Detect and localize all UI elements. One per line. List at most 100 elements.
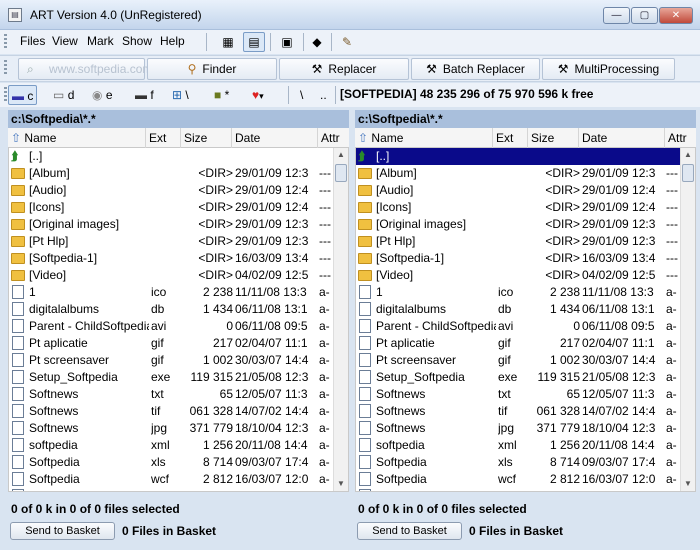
column-size[interactable]: Size <box>528 128 579 148</box>
column-date[interactable]: Date <box>579 128 665 148</box>
table-row[interactable]: Parent - ChildSoftpedia avi 0 06/11/08 09:5… <box>9 318 348 335</box>
favorites-dropdown[interactable]: ♥▾ <box>252 85 264 105</box>
file-list[interactable]: Softpedia10 83604/09/04 14:1a-Softpediaw… <box>8 148 349 492</box>
menu-help[interactable]: Help <box>160 34 185 48</box>
table-row[interactable]: Setup_Softpedia exe 119 315 21/05/08 12:3 a- <box>356 369 695 386</box>
drive-d[interactable]: ▭ d <box>53 85 74 105</box>
menu-view[interactable]: View <box>52 34 78 48</box>
file-size: <DIR> <box>198 166 233 180</box>
table-row[interactable]: Softnews txt 65 12/05/07 11:3 a- <box>356 386 695 403</box>
table-row[interactable]: Softnews tif 061 328 14/07/02 14:4 a- <box>9 403 348 420</box>
table-row[interactable]: Pt aplicatie gif 217 02/04/07 11:1 a- <box>9 335 348 352</box>
minimize-button[interactable]: — <box>603 7 630 24</box>
table-row[interactable]: [Icons] <DIR> 29/01/09 12:4 --- <box>356 199 695 216</box>
table-row[interactable]: Pt screensaver gif 1 002 30/03/07 14:4 a- <box>9 352 348 369</box>
window-icon[interactable]: ▣ <box>276 32 298 52</box>
table-row[interactable]: digitalalbums db 1 434 06/11/08 13:1 a- <box>9 301 348 318</box>
table-row[interactable]: Pt aplicatie gif 217 02/04/07 11:1 a- <box>356 335 695 352</box>
batch-replacer-button[interactable]: ⚒ Batch Replacer <box>411 58 540 80</box>
scroll-down-icon[interactable]: ▼ <box>681 477 695 491</box>
root-dir-button[interactable]: \ <box>300 85 303 105</box>
toolbar-grip[interactable] <box>4 60 7 76</box>
table-row[interactable]: [Audio] <DIR> 29/01/09 12:4 --- <box>9 182 348 199</box>
toolbar-grip[interactable] <box>4 34 7 50</box>
table-row[interactable]: Softpedia xls 8 714 09/03/07 17:4 a- <box>356 454 695 471</box>
menu-files[interactable]: Files <box>20 34 45 48</box>
drive-c[interactable]: ▬ c <box>8 85 38 105</box>
multiprocessing-button[interactable]: ⚒ MultiProcessing <box>542 58 675 80</box>
table-row[interactable]: [Original images] <DIR> 29/01/09 12:3 --- <box>356 216 695 233</box>
table-row[interactable]: [Pt Hlp] <DIR> 29/01/09 12:3 --- <box>356 233 695 250</box>
table-row[interactable]: [Album] <DIR> 29/01/09 12:3 --- <box>356 165 695 182</box>
vertical-scrollbar[interactable]: ▲ ▼ <box>680 148 695 491</box>
column-ext[interactable]: Ext <box>493 128 528 148</box>
search-input[interactable]: ⌕ www.softpedia.com <box>18 58 152 80</box>
table-row[interactable]: Pt screensaver gif 1 002 30/03/07 14:4 a- <box>356 352 695 369</box>
table-row[interactable]: Softpedia wcf 2 812 16/03/07 12:0 a- <box>9 471 348 488</box>
table-row[interactable]: digitalalbums db 1 434 06/11/08 13:1 a- <box>356 301 695 318</box>
table-row[interactable]: Softpedia 10 83604/09/04 14:1a- <box>356 488 695 491</box>
table-row[interactable]: [Softpedia-1] <DIR> 16/03/09 13:4 --- <box>356 250 695 267</box>
maximize-button[interactable]: ▢ <box>631 7 658 24</box>
toolbar-grip[interactable] <box>4 87 7 103</box>
brush-icon[interactable]: ✎ <box>336 32 358 52</box>
column-attr[interactable]: Attr <box>318 128 349 148</box>
table-row[interactable]: [Pt Hlp] <DIR> 29/01/09 12:3 --- <box>9 233 348 250</box>
parent-dir-button[interactable]: .. <box>320 85 327 105</box>
table-row[interactable]: Softnews tif 061 328 14/07/02 14:4 a- <box>356 403 695 420</box>
app-settings-icon[interactable]: ◆ <box>306 32 328 52</box>
table-row[interactable]: Softnews jpg 371 779 18/10/04 12:3 a- <box>9 420 348 437</box>
table-row[interactable]: Softnews jpg 371 779 18/10/04 12:3 a- <box>356 420 695 437</box>
column-name[interactable]: ⇧ Name <box>355 128 493 148</box>
table-row[interactable]: Softpedia xls 8 714 09/03/07 17:4 a- <box>9 454 348 471</box>
scroll-thumb[interactable] <box>682 164 694 182</box>
file-date: 29/01/09 12:3 <box>235 234 309 248</box>
drive-f[interactable]: ▬ f <box>135 85 154 105</box>
replacer-button[interactable]: ⚒ Replacer <box>279 58 409 80</box>
drive-e[interactable]: ◉ e <box>92 85 113 105</box>
menu-mark[interactable]: Mark <box>87 34 114 48</box>
column-header: ⇧ Name Ext Size Date Attr <box>8 128 349 148</box>
column-name[interactable]: ⇧ Name <box>8 128 146 148</box>
scroll-up-icon[interactable]: ▲ <box>334 148 348 162</box>
scroll-up-icon[interactable]: ▲ <box>681 148 695 162</box>
table-row[interactable]: Setup_Softpedia exe 119 315 21/05/08 12:3 a- <box>9 369 348 386</box>
table-row[interactable]: Softnews txt 65 12/05/07 11:3 a- <box>9 386 348 403</box>
send-to-basket-button[interactable]: Send to Basket <box>10 522 115 540</box>
scroll-thumb[interactable] <box>335 164 347 182</box>
table-row[interactable]: Softpedia 10 83604/09/04 14:1a- <box>9 488 348 491</box>
brief-view-icon[interactable]: ▦ <box>217 32 239 52</box>
scroll-down-icon[interactable]: ▼ <box>334 477 348 491</box>
vertical-scrollbar[interactable]: ▲ ▼ <box>333 148 348 491</box>
table-row[interactable]: 1 ico 2 238 11/11/08 13:3 a- <box>356 284 695 301</box>
table-row[interactable]: [Album] <DIR> 29/01/09 12:3 --- <box>9 165 348 182</box>
table-row[interactable]: [Video] <DIR> 04/02/09 12:5 --- <box>356 267 695 284</box>
detail-view-icon[interactable]: ▤ <box>243 32 265 52</box>
table-row[interactable]: ⮭ [..] <box>356 148 695 165</box>
network-root[interactable]: ⊞ \ <box>172 85 189 105</box>
path-bar[interactable]: c:\Softpedia\*.* <box>355 110 696 128</box>
folder-icon <box>11 202 25 213</box>
table-row[interactable]: Softpedia wcf 2 812 16/03/07 12:0 a- <box>356 471 695 488</box>
menu-show[interactable]: Show <box>122 34 152 48</box>
table-row[interactable]: ⮭ [..] <box>9 148 348 165</box>
table-row[interactable]: softpedia xml 1 256 20/11/08 14:4 a- <box>356 437 695 454</box>
table-row[interactable]: Parent - ChildSoftpedia avi 0 06/11/08 09:5… <box>356 318 695 335</box>
column-ext[interactable]: Ext <box>146 128 181 148</box>
table-row[interactable]: [Original images] <DIR> 29/01/09 12:3 --- <box>9 216 348 233</box>
file-list[interactable]: Softpedia10 83604/09/04 14:1a-Softpediaw… <box>355 148 696 492</box>
column-attr[interactable]: Attr <box>665 128 696 148</box>
table-row[interactable]: 1 ico 2 238 11/11/08 13:3 a- <box>9 284 348 301</box>
column-size[interactable]: Size <box>181 128 232 148</box>
column-date[interactable]: Date <box>232 128 318 148</box>
table-row[interactable]: [Softpedia-1] <DIR> 16/03/09 13:4 --- <box>9 250 348 267</box>
finder-button[interactable]: ⚲ Finder <box>147 58 277 80</box>
favorites-drive[interactable]: ■ * <box>214 85 229 105</box>
close-button[interactable]: ✕ <box>659 7 693 24</box>
send-to-basket-button[interactable]: Send to Basket <box>357 522 462 540</box>
table-row[interactable]: [Video] <DIR> 04/02/09 12:5 --- <box>9 267 348 284</box>
table-row[interactable]: [Audio] <DIR> 29/01/09 12:4 --- <box>356 182 695 199</box>
path-bar[interactable]: c:\Softpedia\*.* <box>8 110 349 128</box>
table-row[interactable]: softpedia xml 1 256 20/11/08 14:4 a- <box>9 437 348 454</box>
table-row[interactable]: [Icons] <DIR> 29/01/09 12:4 --- <box>9 199 348 216</box>
